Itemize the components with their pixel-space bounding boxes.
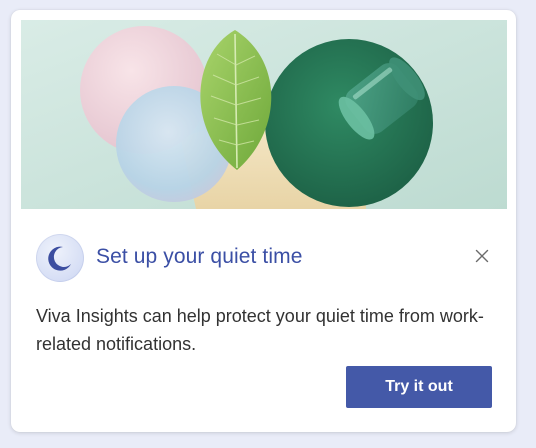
quiet-time-card: Set up your quiet time Viva Insights can… [11, 10, 516, 432]
try-it-out-button[interactable]: Try it out [346, 366, 492, 408]
quiet-time-hero-image [21, 20, 507, 209]
close-icon[interactable] [473, 247, 491, 265]
card-header: Set up your quiet time [36, 234, 496, 282]
card-description: Viva Insights can help protect your quie… [36, 306, 484, 354]
moon-icon [36, 234, 84, 282]
card-title: Set up your quiet time [96, 245, 303, 268]
